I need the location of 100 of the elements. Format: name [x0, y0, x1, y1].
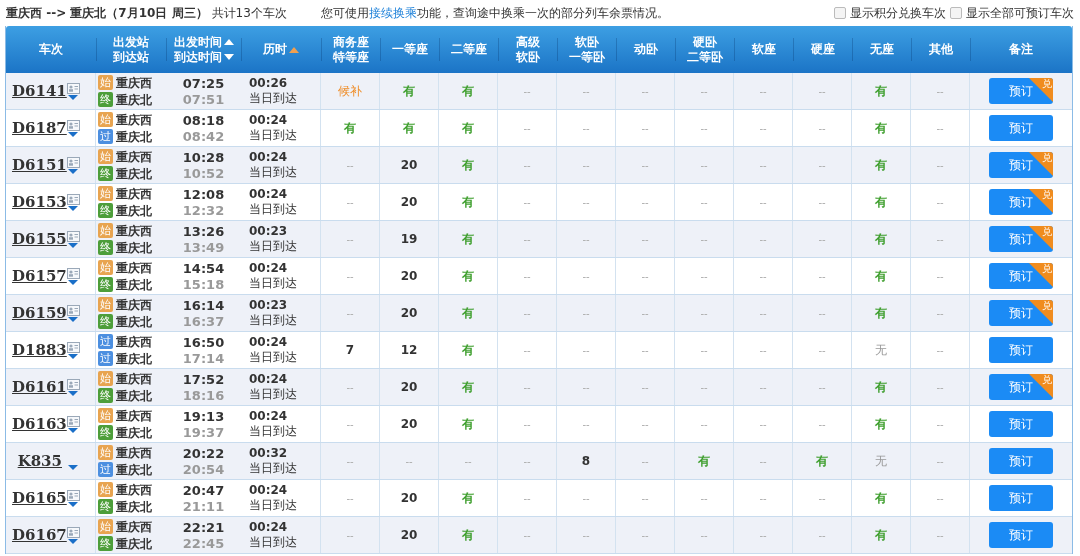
seat-availability: 有 [462, 489, 474, 507]
seat-availability: 无 [875, 452, 887, 470]
column-header[interactable]: 历时 [263, 42, 299, 57]
card-icon[interactable] [66, 119, 80, 131]
caret-icon[interactable] [68, 168, 78, 174]
departure-time: 08:18 [182, 112, 225, 128]
caret-icon[interactable] [68, 501, 78, 507]
seat-availability: -- [523, 196, 531, 208]
arrival-time: 07:51 [182, 91, 225, 107]
column-header[interactable]: 到达时间 [173, 49, 234, 65]
seat-availability: 20 [400, 269, 418, 283]
card-icon[interactable] [66, 230, 80, 242]
seat-availability: -- [641, 455, 649, 467]
transfer-link[interactable]: 接续换乘 [368, 5, 417, 20]
book-button[interactable]: 预订 [989, 337, 1053, 363]
arrival-time: 18:16 [182, 387, 225, 403]
arrival-time: 10:52 [182, 165, 225, 181]
caret-icon[interactable] [68, 316, 78, 322]
seat-availability: -- [582, 307, 590, 319]
column-header[interactable]: 出发时间 [173, 34, 234, 50]
station-tag: 始 [98, 260, 113, 275]
column-header: 无座 [869, 42, 894, 57]
station-tag: 始 [98, 297, 113, 312]
seat-availability: 有 [875, 415, 887, 433]
book-button[interactable]: 预订 [989, 411, 1053, 437]
caret-icon[interactable] [68, 538, 78, 544]
seat-availability: -- [346, 455, 354, 467]
station-name: 重庆西 [116, 260, 152, 275]
station-name: 重庆西 [116, 371, 152, 386]
arrival-day: 当日到达 [249, 165, 297, 180]
station-tag: 终 [98, 240, 113, 255]
card-icon[interactable] [66, 378, 80, 390]
seat-availability: -- [582, 344, 590, 356]
station-name: 重庆北 [116, 351, 152, 366]
station-name: 重庆西 [116, 223, 152, 238]
seat-availability: -- [582, 529, 590, 541]
card-icon[interactable] [66, 415, 80, 427]
seat-availability: -- [936, 307, 944, 319]
seat-availability: 20 [400, 417, 418, 431]
book-button[interactable]: 预订 [989, 115, 1053, 141]
card-icon[interactable] [66, 526, 80, 538]
caret-icon[interactable] [68, 131, 78, 137]
sort-up-icon[interactable] [289, 46, 299, 53]
caret-icon[interactable] [68, 205, 78, 211]
card-icon[interactable] [66, 193, 80, 205]
checkbox[interactable] [834, 7, 846, 19]
duration: 00:24 [249, 520, 288, 535]
seat-availability: -- [641, 344, 649, 356]
seat-availability: -- [582, 418, 590, 430]
seat-availability: -- [641, 85, 649, 97]
column-header: 动卧 [633, 42, 658, 57]
seat-availability: -- [523, 418, 531, 430]
caret-icon[interactable] [68, 279, 78, 285]
card-icon[interactable] [66, 341, 80, 353]
sort-down-icon[interactable] [223, 54, 234, 60]
card-icon[interactable] [66, 82, 80, 94]
checkbox-label[interactable]: 显示积分兑换车次 [850, 4, 946, 22]
caret-icon[interactable] [68, 94, 78, 100]
book-button[interactable]: 预订 [989, 448, 1053, 474]
seat-availability: -- [936, 455, 944, 467]
seat-availability: 有 [462, 341, 474, 359]
seat-availability: 7 [345, 343, 355, 357]
card-icon[interactable] [66, 489, 80, 501]
departure-time: 13:26 [182, 223, 225, 239]
station-tag: 终 [98, 277, 113, 292]
caret-icon[interactable] [68, 427, 78, 433]
caret-icon[interactable] [68, 353, 78, 359]
card-icon[interactable] [66, 156, 80, 168]
arrival-day: 当日到达 [249, 276, 297, 291]
card-icon[interactable] [66, 304, 80, 316]
arrival-day: 当日到达 [249, 91, 297, 106]
seat-availability: 8 [581, 454, 591, 468]
station-tag: 过 [98, 334, 113, 349]
station-tag: 始 [98, 75, 113, 90]
seat-availability: -- [523, 233, 531, 245]
checkbox[interactable] [950, 7, 962, 19]
caret-icon[interactable] [68, 242, 78, 248]
caret-icon[interactable] [68, 390, 78, 396]
departure-time: 16:50 [182, 334, 225, 350]
seat-availability: -- [346, 492, 354, 504]
station-name: 重庆西 [116, 75, 152, 90]
seat-availability: 有 [462, 267, 474, 285]
book-button[interactable]: 预订 [989, 522, 1053, 548]
arrival-time: 21:11 [182, 498, 225, 514]
seat-availability: -- [641, 233, 649, 245]
station-name: 重庆西 [116, 297, 152, 312]
seat-availability: 有 [698, 452, 710, 470]
duration: 00:26 [249, 76, 288, 91]
seat-availability: 有 [875, 526, 887, 544]
departure-time: 12:08 [182, 186, 225, 202]
train-number-link[interactable]: K835 [12, 452, 62, 470]
checkbox-label[interactable]: 显示全部可预订车次 [966, 4, 1074, 22]
seat-availability: -- [818, 85, 826, 97]
caret-icon[interactable] [68, 464, 78, 470]
book-button[interactable]: 预订 [989, 485, 1053, 511]
seat-availability: 有 [816, 452, 828, 470]
card-icon[interactable] [66, 267, 80, 279]
station-tag: 终 [98, 425, 113, 440]
seat-availability: -- [700, 233, 708, 245]
seat-availability: 20 [400, 306, 418, 320]
